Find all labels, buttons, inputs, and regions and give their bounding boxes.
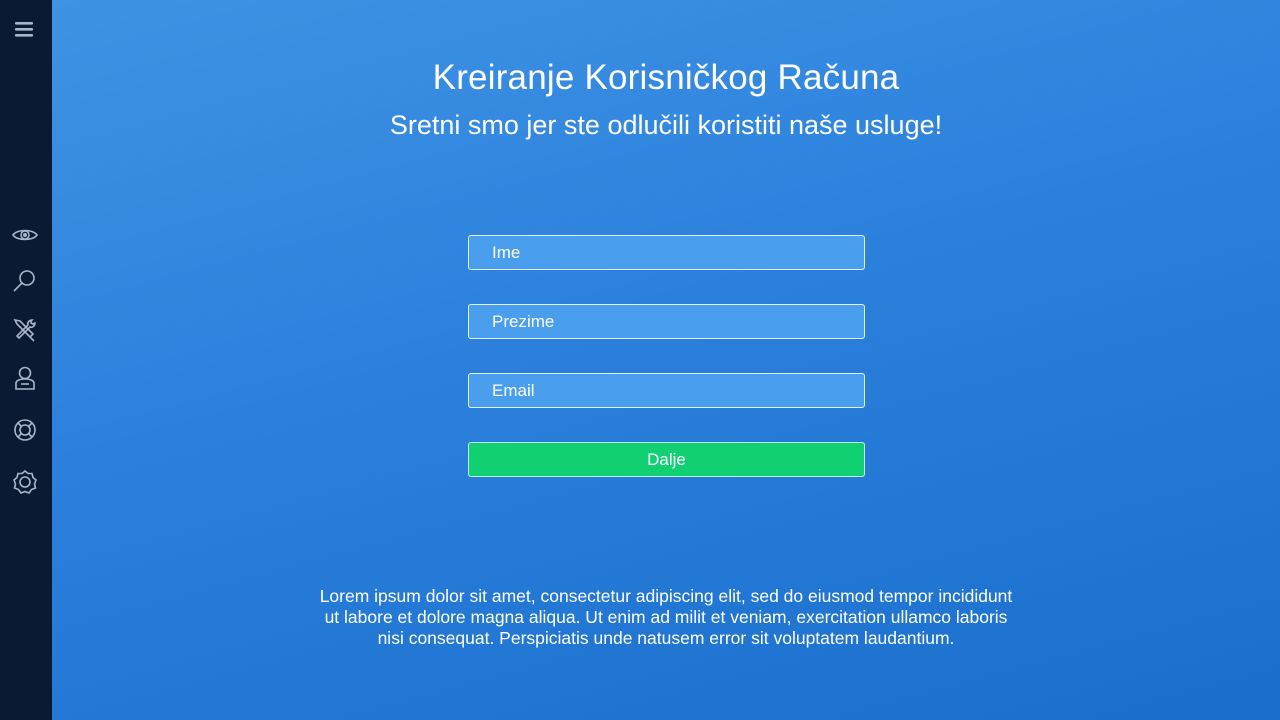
settings-icon[interactable] <box>12 469 38 495</box>
hamburger-menu-icon[interactable] <box>14 19 36 39</box>
app-window: Kreiranje Korisničkog Računa Sretni smo … <box>0 0 1280 720</box>
next-button[interactable]: Dalje <box>468 442 865 477</box>
search-icon[interactable] <box>12 268 38 294</box>
main-content: Kreiranje Korisničkog Računa Sretni smo … <box>52 0 1280 720</box>
eye-icon[interactable] <box>12 222 38 248</box>
description-text: Lorem ipsum dolor sit amet, consectetur … <box>319 586 1013 648</box>
user-icon[interactable] <box>12 365 38 391</box>
sidebar <box>0 0 52 720</box>
first-name-field[interactable] <box>468 235 865 270</box>
lifebuoy-icon[interactable] <box>12 417 38 443</box>
page-title: Kreiranje Korisničkog Računa <box>432 58 900 97</box>
email-field[interactable] <box>468 373 865 408</box>
page-subtitle: Sretni smo jer ste odlučili koristiti na… <box>389 110 943 140</box>
tools-icon[interactable] <box>12 317 38 343</box>
last-name-field[interactable] <box>468 304 865 339</box>
